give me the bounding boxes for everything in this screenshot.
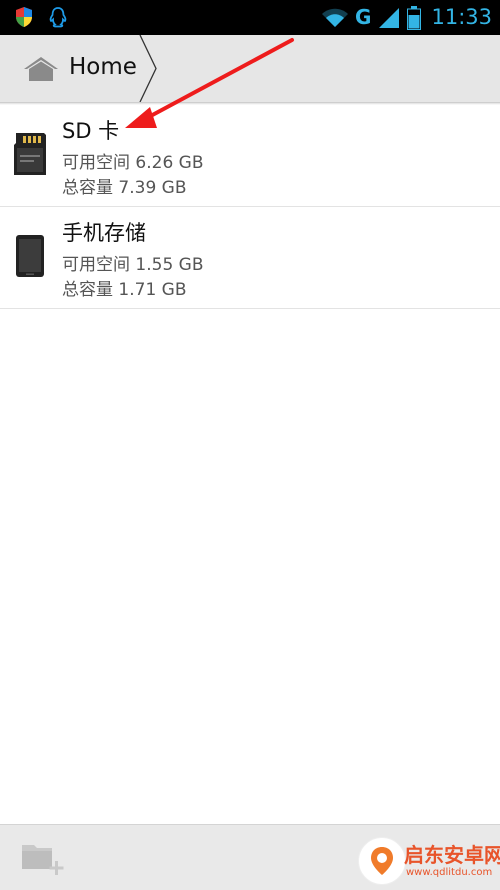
battery-icon (407, 5, 422, 30)
storage-title: SD 卡 (62, 119, 120, 143)
home-icon (24, 57, 58, 81)
breadcrumb-separator-icon (139, 35, 157, 102)
status-indicators: G 11:33 (321, 4, 492, 31)
storage-title: 手机存储 (62, 221, 146, 245)
watermark-title: 启东安卓网 (404, 843, 500, 867)
watermark: 启东安卓网 www.qdlitdu.com (358, 835, 500, 887)
network-type-label: G (355, 5, 372, 29)
sd-card-icon (14, 133, 46, 175)
clock: 11:33 (431, 5, 492, 29)
storage-item-sd-card[interactable]: SD 卡 可用空间 6.26 GB 总容量 7.39 GB (0, 105, 500, 207)
storage-item-phone[interactable]: 手机存储 可用空间 1.55 GB 总容量 1.71 GB (0, 207, 500, 309)
watermark-logo-icon (358, 837, 406, 885)
storage-available: 可用空间 1.55 GB (62, 255, 204, 275)
wifi-icon (322, 8, 349, 27)
storage-list: SD 卡 可用空间 6.26 GB 总容量 7.39 GB 手机存储 可用空间 … (0, 105, 500, 309)
notification-icons (14, 6, 68, 28)
status-bar: G 11:33 (0, 0, 500, 35)
storage-total: 总容量 7.39 GB (62, 178, 187, 198)
signal-strength-icon (379, 7, 400, 28)
breadcrumb: Home (0, 35, 500, 103)
qq-penguin-icon (49, 7, 67, 28)
storage-total: 总容量 1.71 GB (62, 280, 187, 300)
watermark-url: www.qdlitdu.com (406, 867, 493, 878)
new-folder-icon[interactable] (20, 839, 64, 877)
breadcrumb-home-label: Home (69, 54, 137, 80)
shield-icon (16, 7, 32, 27)
phone-icon (16, 235, 44, 277)
storage-available: 可用空间 6.26 GB (62, 153, 204, 173)
